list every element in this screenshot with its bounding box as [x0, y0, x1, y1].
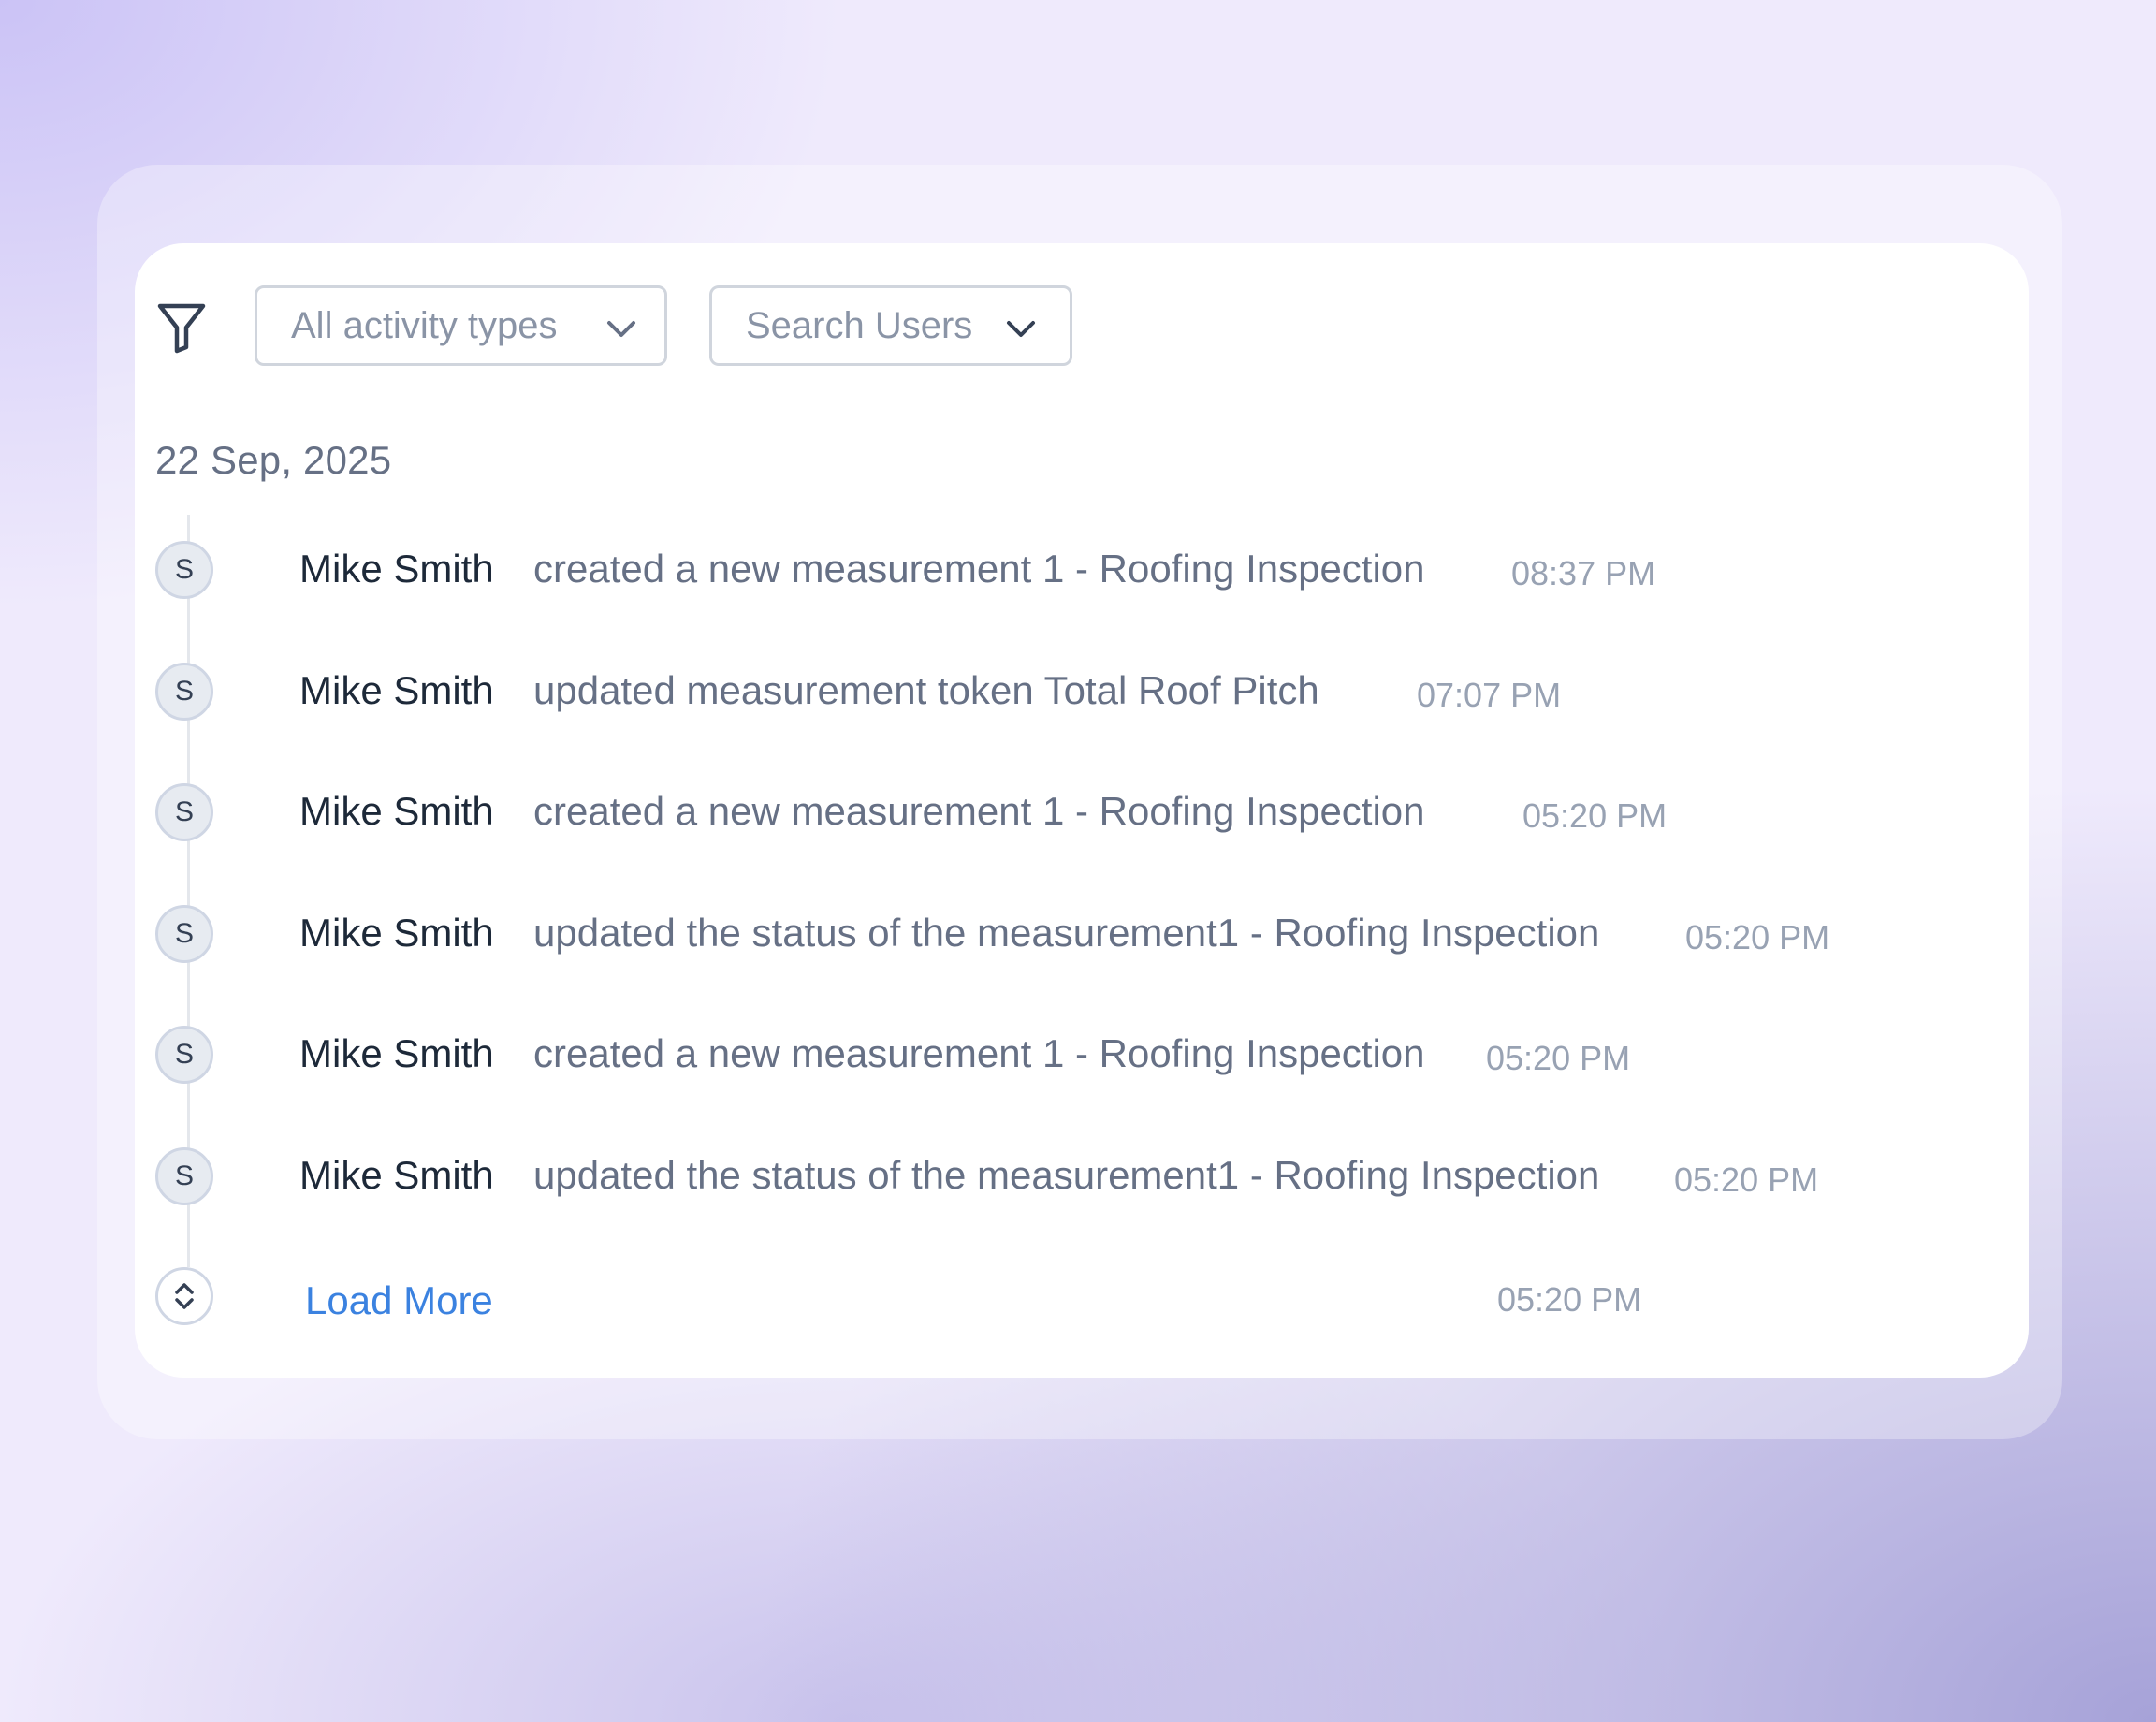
activity-entry: S Mike Smith updated the status of the m…	[135, 1147, 1913, 1241]
avatar: S	[155, 1147, 213, 1205]
activity-description: updated the status of the measurement1 -…	[533, 1153, 1600, 1197]
activity-timestamp: 08:37 PM	[1511, 554, 1656, 592]
avatar: S	[155, 663, 213, 721]
avatar: S	[155, 783, 213, 841]
activity-user-name[interactable]: Mike Smith	[299, 1031, 494, 1076]
activity-user-name[interactable]: Mike Smith	[299, 1153, 494, 1198]
activity-user-name[interactable]: Mike Smith	[299, 911, 494, 956]
load-more-row: Load More 05:20 PM	[135, 1267, 1819, 1361]
activity-log-card: All activity types Search Users 22 Sep, …	[135, 243, 2029, 1378]
activity-type-dropdown[interactable]: All activity types	[255, 285, 667, 366]
activity-entry: S Mike Smith created a new measurement 1…	[135, 783, 1819, 877]
filter-funnel-icon[interactable]	[155, 301, 208, 356]
expand-vertical-icon[interactable]	[155, 1267, 213, 1325]
search-users-dropdown-label: Search Users	[746, 304, 973, 346]
activity-timestamp: 05:20 PM	[1685, 918, 1830, 956]
activity-user-name[interactable]: Mike Smith	[299, 668, 494, 713]
avatar: S	[155, 541, 213, 599]
date-group-header: 22 Sep, 2025	[155, 438, 392, 482]
activity-user-name[interactable]: Mike Smith	[299, 789, 494, 834]
activity-user-name[interactable]: Mike Smith	[299, 547, 494, 591]
activity-description: created a new measurement 1 - Roofing In…	[533, 1031, 1425, 1075]
activity-description: updated the status of the measurement1 -…	[533, 911, 1600, 955]
search-users-dropdown[interactable]: Search Users	[709, 285, 1072, 366]
load-more-button[interactable]: Load More	[305, 1278, 493, 1323]
activity-entry: S Mike Smith updated the status of the m…	[135, 905, 1913, 999]
chevron-down-icon	[1007, 321, 1035, 337]
avatar: S	[155, 905, 213, 963]
activity-type-dropdown-label: All activity types	[291, 304, 558, 346]
activity-timestamp: 05:20 PM	[1486, 1039, 1631, 1077]
load-more-timestamp: 05:20 PM	[1497, 1280, 1642, 1319]
chevron-down-icon	[607, 321, 635, 337]
activity-timestamp: 05:20 PM	[1674, 1160, 1819, 1199]
activity-entry: S Mike Smith updated measurement token T…	[135, 663, 1819, 756]
activity-description: created a new measurement 1 - Roofing In…	[533, 789, 1425, 833]
activity-entry: S Mike Smith created a new measurement 1…	[135, 541, 1819, 635]
avatar: S	[155, 1026, 213, 1084]
activity-timestamp: 07:07 PM	[1417, 676, 1562, 714]
activity-description: created a new measurement 1 - Roofing In…	[533, 547, 1425, 591]
activity-description: updated measurement token Total Roof Pit…	[533, 668, 1319, 712]
activity-entry: S Mike Smith created a new measurement 1…	[135, 1026, 1819, 1119]
activity-timestamp: 05:20 PM	[1522, 796, 1668, 835]
